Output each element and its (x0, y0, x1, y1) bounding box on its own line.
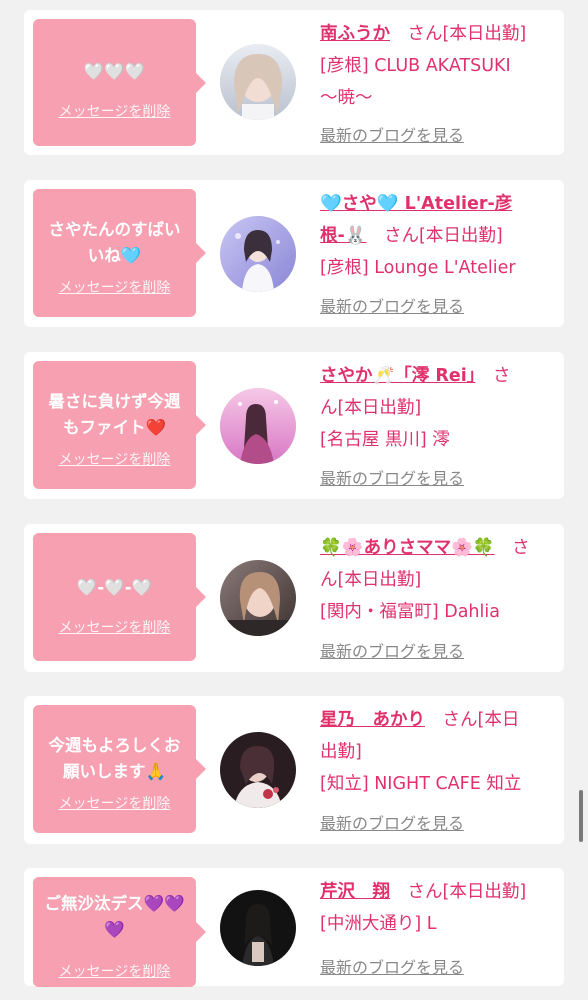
message-card: 暑さに負けず今週 もファイト❤️ メッセージを削除 さやか🥂「澪 Rei」 さ … (24, 352, 564, 499)
delete-message-link[interactable]: メッセージを削除 (33, 961, 196, 981)
cast-info: 星乃 あかり さん[本日 出勤] [知立] NIGHT CAFE 知立 (320, 704, 550, 800)
shop-name: [関内・福富町] Dahlia (320, 602, 500, 622)
avatar[interactable] (220, 44, 296, 120)
message-text: さやたんのすばい いね🩵 (48, 220, 181, 265)
message-card: 🤍🤍🤍 メッセージを削除 南ふうか さん[本日出勤] [彦根] CLUB AKA… (24, 10, 564, 155)
cast-name-link[interactable]: 🩵さや🩵 L'Atelier-彦 (320, 188, 550, 220)
cast-status: さん[本日出勤] (384, 226, 503, 246)
scrollbar-thumb[interactable] (579, 790, 583, 842)
cast-name-link[interactable]: 南ふうか (320, 24, 390, 44)
cast-status-cont: 出勤] (320, 742, 362, 762)
shop-name-cont: 〜暁〜 (320, 88, 373, 108)
shop-name: [名古屋 黒川] 澪 (320, 430, 450, 450)
avatar[interactable] (220, 388, 296, 464)
message-bubble: 今週もよろしくお 願いします🙏 メッセージを削除 (33, 705, 206, 833)
delete-message-link[interactable]: メッセージを削除 (33, 617, 196, 637)
delete-message-link[interactable]: メッセージを削除 (33, 793, 196, 813)
cast-name-link[interactable]: 🍀🌸ありさママ🌸🍀 (320, 538, 495, 558)
message-bubble: ご無沙汰デス💜💜 💜 メッセージを削除 (33, 877, 206, 987)
avatar[interactable] (220, 216, 296, 292)
delete-message-link[interactable]: メッセージを削除 (33, 101, 196, 121)
shop-name: [中洲大通り] L (320, 914, 437, 934)
delete-message-link[interactable]: メッセージを削除 (33, 277, 196, 297)
shop-name: [知立] NIGHT CAFE 知立 (320, 774, 522, 794)
cast-status-cont: ん[本日出勤] (320, 570, 422, 590)
cast-info: 芹沢 翔 さん[本日出勤] [中洲大通り] L (320, 876, 550, 940)
message-bubble: 暑さに負けず今週 もファイト❤️ メッセージを削除 (33, 361, 206, 489)
message-card: ご無沙汰デス💜💜 💜 メッセージを削除 芹沢 翔 さん[本日出勤] [中洲大通り… (24, 868, 564, 987)
message-text: ご無沙汰デス💜💜 💜 (44, 894, 185, 939)
cast-name-link[interactable]: 芹沢 翔 (320, 882, 390, 902)
avatar[interactable] (220, 732, 296, 808)
cast-info: 🍀🌸ありさママ🌸🍀 さ ん[本日出勤] [関内・福富町] Dahlia (320, 532, 550, 628)
cast-status: さん[本日出勤] (407, 24, 527, 44)
message-feed: 🤍🤍🤍 メッセージを削除 南ふうか さん[本日出勤] [彦根] CLUB AKA… (0, 0, 588, 1000)
cast-info: 🩵さや🩵 L'Atelier-彦 根-🐰 さん[本日出勤] [彦根] Loung… (320, 188, 550, 284)
avatar[interactable] (220, 890, 296, 966)
cast-info: 南ふうか さん[本日出勤] [彦根] CLUB AKATSUKI 〜暁〜 (320, 18, 550, 114)
message-text: 暑さに負けず今週 もファイト❤️ (48, 392, 181, 437)
cast-name-link-cont[interactable]: 根-🐰 (320, 226, 367, 246)
latest-blog-link[interactable]: 最新のブログを見る (320, 465, 464, 489)
cast-status: さん[本日 (442, 710, 520, 730)
message-text: 🤍-🤍-🤍 (76, 578, 153, 597)
cast-name-link[interactable]: 星乃 あかり (320, 710, 425, 730)
message-bubble: さやたんのすばい いね🩵 メッセージを削除 (33, 189, 206, 317)
message-card: さやたんのすばい いね🩵 メッセージを削除 🩵さや🩵 L'Atelier-彦 根… (24, 180, 564, 327)
latest-blog-link[interactable]: 最新のブログを見る (320, 122, 464, 146)
shop-name: [彦根] Lounge L'Atelier (320, 258, 516, 278)
cast-status: さん[本日出勤] (407, 882, 527, 902)
latest-blog-link[interactable]: 最新のブログを見る (320, 954, 464, 978)
cast-name-link[interactable]: さやか🥂「澪 Rei」 (320, 366, 475, 386)
latest-blog-link[interactable]: 最新のブログを見る (320, 810, 464, 834)
message-text: 🤍🤍🤍 (83, 62, 146, 81)
cast-status-cont: ん[本日出勤] (320, 398, 422, 418)
cast-status: さ (512, 538, 530, 558)
cast-info: さやか🥂「澪 Rei」 さ ん[本日出勤] [名古屋 黒川] 澪 (320, 360, 550, 456)
message-text: 今週もよろしくお 願いします🙏 (48, 736, 181, 781)
shop-name: [彦根] CLUB AKATSUKI (320, 56, 511, 76)
message-card: 今週もよろしくお 願いします🙏 メッセージを削除 星乃 あかり さん[本日 出勤… (24, 696, 564, 844)
message-bubble: 🤍-🤍-🤍 メッセージを削除 (33, 533, 206, 661)
latest-blog-link[interactable]: 最新のブログを見る (320, 638, 464, 662)
message-card: 🤍-🤍-🤍 メッセージを削除 🍀🌸ありさママ🌸🍀 さ ん[本日出勤] [関内・福… (24, 524, 564, 672)
avatar[interactable] (220, 560, 296, 636)
delete-message-link[interactable]: メッセージを削除 (33, 449, 196, 469)
cast-status: さ (492, 366, 511, 386)
latest-blog-link[interactable]: 最新のブログを見る (320, 293, 464, 317)
message-bubble: 🤍🤍🤍 メッセージを削除 (33, 19, 206, 146)
